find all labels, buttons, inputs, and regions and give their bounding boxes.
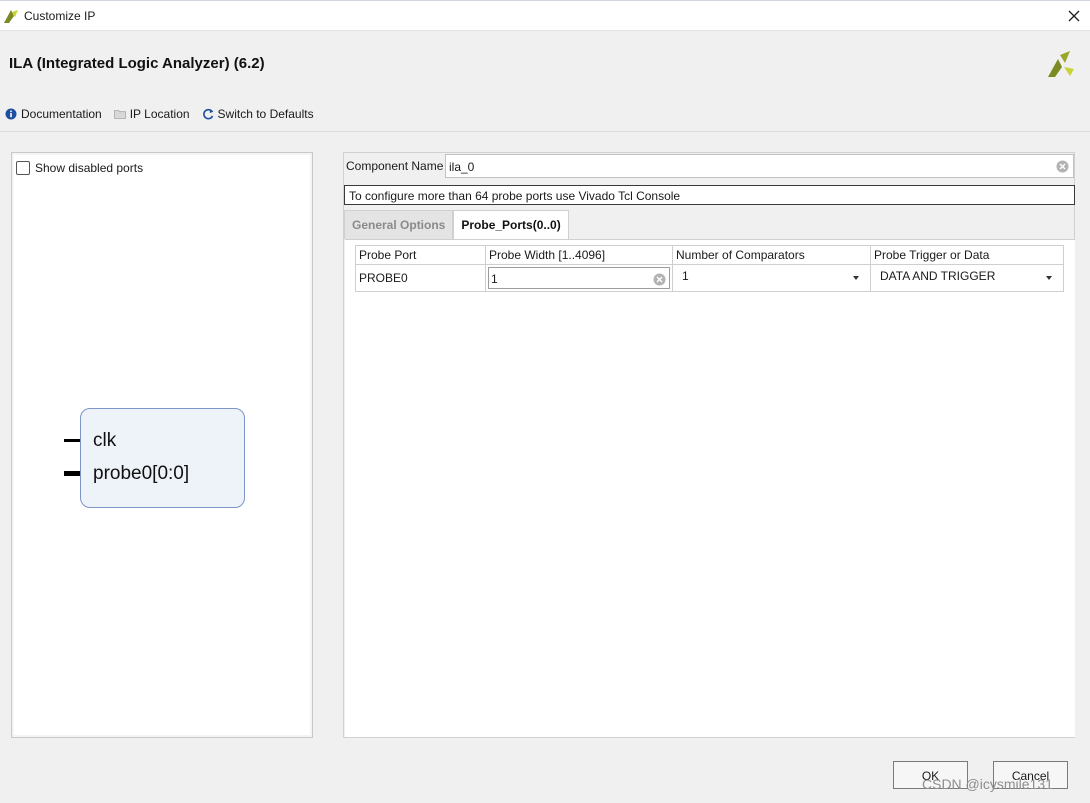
- component-name-label: Component Name: [346, 159, 444, 173]
- xilinx-logo-icon: [1048, 51, 1074, 77]
- refresh-icon: [202, 108, 214, 120]
- switch-to-defaults-button[interactable]: Switch to Defaults: [202, 107, 314, 121]
- clear-icon[interactable]: [1056, 160, 1069, 173]
- comparators-cell[interactable]: 1: [672, 264, 871, 292]
- trigger-value: DATA AND TRIGGER: [880, 269, 996, 283]
- tab-general-options[interactable]: General Options: [344, 210, 454, 239]
- trigger-dropdown[interactable]: DATA AND TRIGGER: [874, 265, 1060, 291]
- dialog-header: ILA (Integrated Logic Analyzer) (6.2) Do…: [0, 32, 1090, 132]
- table-row: PROBE0 1 1 DATA AND TRIGGER: [355, 264, 1064, 292]
- probe-ports-table: Probe Port Probe Width [1..4096] Number …: [355, 245, 1064, 292]
- trigger-cell[interactable]: DATA AND TRIGGER: [870, 264, 1064, 292]
- probe-width-value: 1: [491, 272, 498, 286]
- ip-location-label: IP Location: [129, 107, 190, 121]
- switch-to-defaults-label: Switch to Defaults: [217, 107, 314, 121]
- component-name-value: ila_0: [449, 160, 475, 174]
- chevron-down-icon: [853, 276, 859, 280]
- table-header-row: Probe Port Probe Width [1..4096] Number …: [355, 245, 1064, 265]
- title-bar: Customize IP: [0, 0, 1090, 31]
- documentation-label: Documentation: [21, 107, 102, 121]
- ip-symbol-block: clk probe0[0:0]: [80, 408, 245, 508]
- clear-icon[interactable]: [653, 273, 666, 286]
- comparators-dropdown[interactable]: 1: [676, 265, 867, 291]
- documentation-button[interactable]: Documentation: [5, 107, 102, 121]
- ip-title: ILA (Integrated Logic Analyzer) (6.2): [9, 55, 265, 72]
- config-panel: Component Name ila_0 To configure more t…: [343, 152, 1075, 738]
- show-disabled-ports-checkbox[interactable]: [16, 161, 30, 175]
- port-label-clk: clk: [93, 430, 117, 451]
- toolbar: Documentation IP Location Switch to Defa…: [5, 105, 326, 123]
- probe-ports-tab-body: Probe Port Probe Width [1..4096] Number …: [345, 239, 1075, 737]
- vivado-logo-icon: [4, 10, 18, 23]
- probe-width-cell: 1: [485, 264, 673, 292]
- info-icon: [5, 108, 17, 120]
- show-disabled-ports-label: Show disabled ports: [35, 161, 144, 175]
- column-header: Probe Width [1..4096]: [485, 245, 673, 265]
- column-header: Probe Trigger or Data: [870, 245, 1064, 265]
- show-disabled-ports-row[interactable]: Show disabled ports: [16, 161, 143, 175]
- clk-pin: [64, 439, 80, 442]
- window-title: Customize IP: [24, 9, 96, 23]
- comparators-value: 1: [682, 269, 689, 283]
- chevron-down-icon: [1046, 276, 1052, 280]
- probe-port-cell: PROBE0: [355, 264, 486, 292]
- watermark: CSDN @icysmile131: [922, 776, 1053, 792]
- tab-probe-ports[interactable]: Probe_Ports(0..0): [453, 210, 569, 239]
- folder-icon: [113, 110, 126, 119]
- column-header: Probe Port: [355, 245, 486, 265]
- ip-location-button[interactable]: IP Location: [113, 107, 190, 121]
- symbol-panel: Show disabled ports clk probe0[0:0]: [11, 152, 313, 738]
- close-icon[interactable]: [1064, 6, 1084, 26]
- probe0-pin: [64, 471, 80, 476]
- column-header: Number of Comparators: [672, 245, 871, 265]
- tab-bar: General Options Probe_Ports(0..0): [344, 210, 569, 239]
- probe-width-input[interactable]: 1: [488, 267, 670, 289]
- info-message: To configure more than 64 probe ports us…: [344, 185, 1075, 205]
- component-name-input[interactable]: ila_0: [445, 154, 1074, 178]
- port-label-probe0: probe0[0:0]: [93, 463, 190, 484]
